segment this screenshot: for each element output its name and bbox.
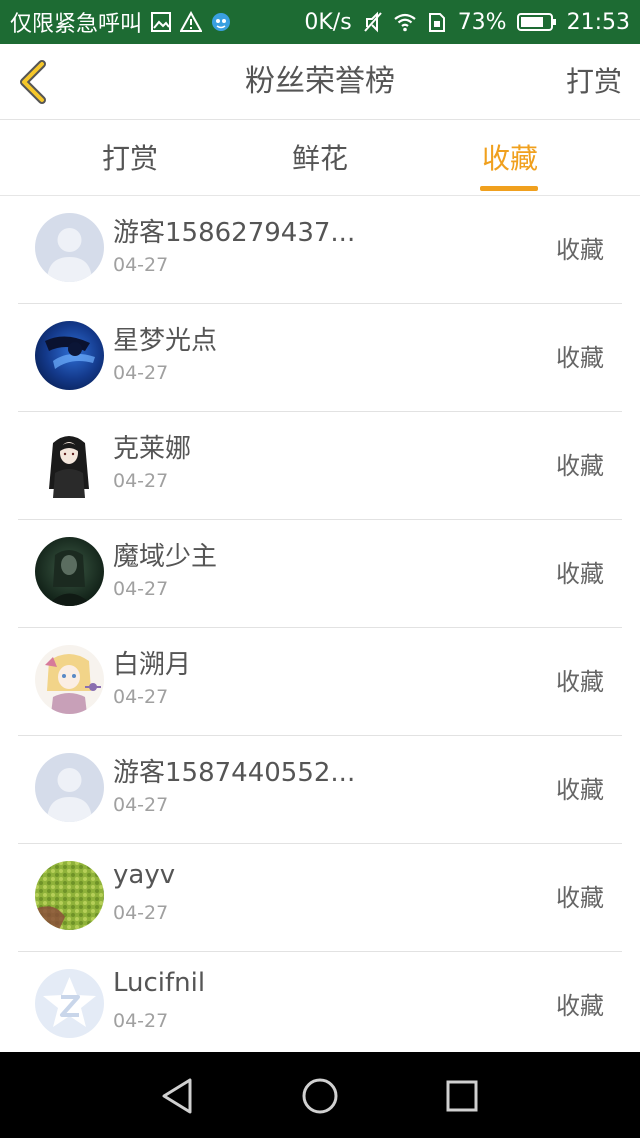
list-item[interactable]: 白溯月 04-27 收藏 xyxy=(18,628,622,736)
item-date: 04-27 xyxy=(113,470,169,492)
avatar[interactable] xyxy=(35,429,104,498)
home-circle-icon xyxy=(302,1078,338,1114)
item-action: 收藏 xyxy=(556,344,604,372)
sim-icon xyxy=(428,13,445,32)
avatar[interactable] xyxy=(35,321,104,390)
image-icon xyxy=(151,12,172,32)
item-action: 收藏 xyxy=(556,668,604,696)
nav-recents-button[interactable] xyxy=(440,1074,484,1118)
item-action: 收藏 xyxy=(556,452,604,480)
carrier-text: 仅限紧急呼叫 xyxy=(10,12,143,37)
app-header: 粉丝荣誉榜 打赏 xyxy=(0,44,640,120)
qq-logo-avatar-icon xyxy=(35,969,104,1038)
tab-bar: 打赏 鲜花 收藏 xyxy=(0,120,640,196)
battery-icon xyxy=(516,13,556,31)
list-item[interactable]: 魔域少主 04-27 收藏 xyxy=(18,520,622,628)
item-action: 收藏 xyxy=(556,776,604,804)
user-name: 魔域少主 xyxy=(113,542,218,572)
blue-anime-avatar-icon xyxy=(35,321,104,390)
status-bar-left: 仅限紧急呼叫 xyxy=(10,6,232,38)
clock: 21:53 xyxy=(566,9,630,35)
recents-square-icon xyxy=(446,1080,478,1112)
status-bar: 仅限紧急呼叫 0K/s 73% 21:53 xyxy=(0,0,640,44)
user-name: 游客1586279437... xyxy=(113,218,356,248)
item-action: 收藏 xyxy=(556,992,604,1020)
item-date: 04-27 xyxy=(113,686,169,708)
item-date: 04-27 xyxy=(113,362,169,384)
avatar[interactable] xyxy=(35,537,104,606)
mute-icon xyxy=(363,11,382,33)
user-name: yayv xyxy=(113,860,176,890)
blonde-anime-avatar-icon xyxy=(35,645,104,714)
default-user-avatar-icon xyxy=(35,213,104,282)
battery-percent: 73% xyxy=(457,9,507,35)
user-name: 克莱娜 xyxy=(113,434,192,464)
avatar[interactable] xyxy=(35,213,104,282)
reward-button[interactable]: 打赏 xyxy=(566,44,622,120)
active-tab-indicator xyxy=(480,186,538,191)
dark-haired-girl-avatar-icon xyxy=(35,429,104,498)
dark-green-avatar-icon xyxy=(35,537,104,606)
back-triangle-icon xyxy=(162,1078,192,1114)
wifi-icon xyxy=(394,13,416,32)
default-user-avatar-icon xyxy=(35,753,104,822)
network-speed: 0K/s xyxy=(304,9,352,35)
user-name: 星梦光点 xyxy=(113,326,218,356)
item-date: 04-27 xyxy=(113,254,169,276)
user-name: 白溯月 xyxy=(113,650,192,680)
tab-flowers[interactable]: 鲜花 xyxy=(260,120,380,196)
list-item[interactable]: Lucifnil 04-27 收藏 xyxy=(18,952,622,1052)
avatar[interactable] xyxy=(35,969,104,1038)
app-icon xyxy=(212,13,231,31)
item-date: 04-27 xyxy=(113,1010,169,1032)
list-item[interactable]: 克莱娜 04-27 收藏 xyxy=(18,412,622,520)
status-bar-right: 0K/s 73% 21:53 xyxy=(304,10,630,35)
nav-back-button[interactable] xyxy=(156,1074,200,1118)
item-date: 04-27 xyxy=(113,578,169,600)
avatar[interactable] xyxy=(35,753,104,822)
item-action: 收藏 xyxy=(556,236,604,264)
page-title: 粉丝荣誉榜 xyxy=(245,64,395,99)
list-item[interactable]: yayv 04-27 收藏 xyxy=(18,844,622,952)
warning-icon xyxy=(180,11,203,32)
item-date: 04-27 xyxy=(113,794,169,816)
item-date: 04-27 xyxy=(113,902,169,924)
nav-home-button[interactable] xyxy=(298,1074,342,1118)
list-item[interactable]: 游客1586279437... 04-27 收藏 xyxy=(18,196,622,304)
green-texture-avatar-icon xyxy=(35,861,104,930)
fan-list[interactable]: 游客1586279437... 04-27 收藏 星梦光点 04-27 收藏 克… xyxy=(0,196,640,1052)
user-name: 游客1587440552... xyxy=(113,758,356,788)
tab-favorites[interactable]: 收藏 xyxy=(450,120,570,196)
avatar[interactable] xyxy=(35,861,104,930)
tab-reward[interactable]: 打赏 xyxy=(70,120,190,196)
user-name: Lucifnil xyxy=(113,968,206,998)
list-item[interactable]: 星梦光点 04-27 收藏 xyxy=(18,304,622,412)
system-nav-bar xyxy=(0,1052,640,1138)
item-action: 收藏 xyxy=(556,884,604,912)
item-action: 收藏 xyxy=(556,560,604,588)
avatar[interactable] xyxy=(35,645,104,714)
list-item[interactable]: 游客1587440552... 04-27 收藏 xyxy=(18,736,622,844)
